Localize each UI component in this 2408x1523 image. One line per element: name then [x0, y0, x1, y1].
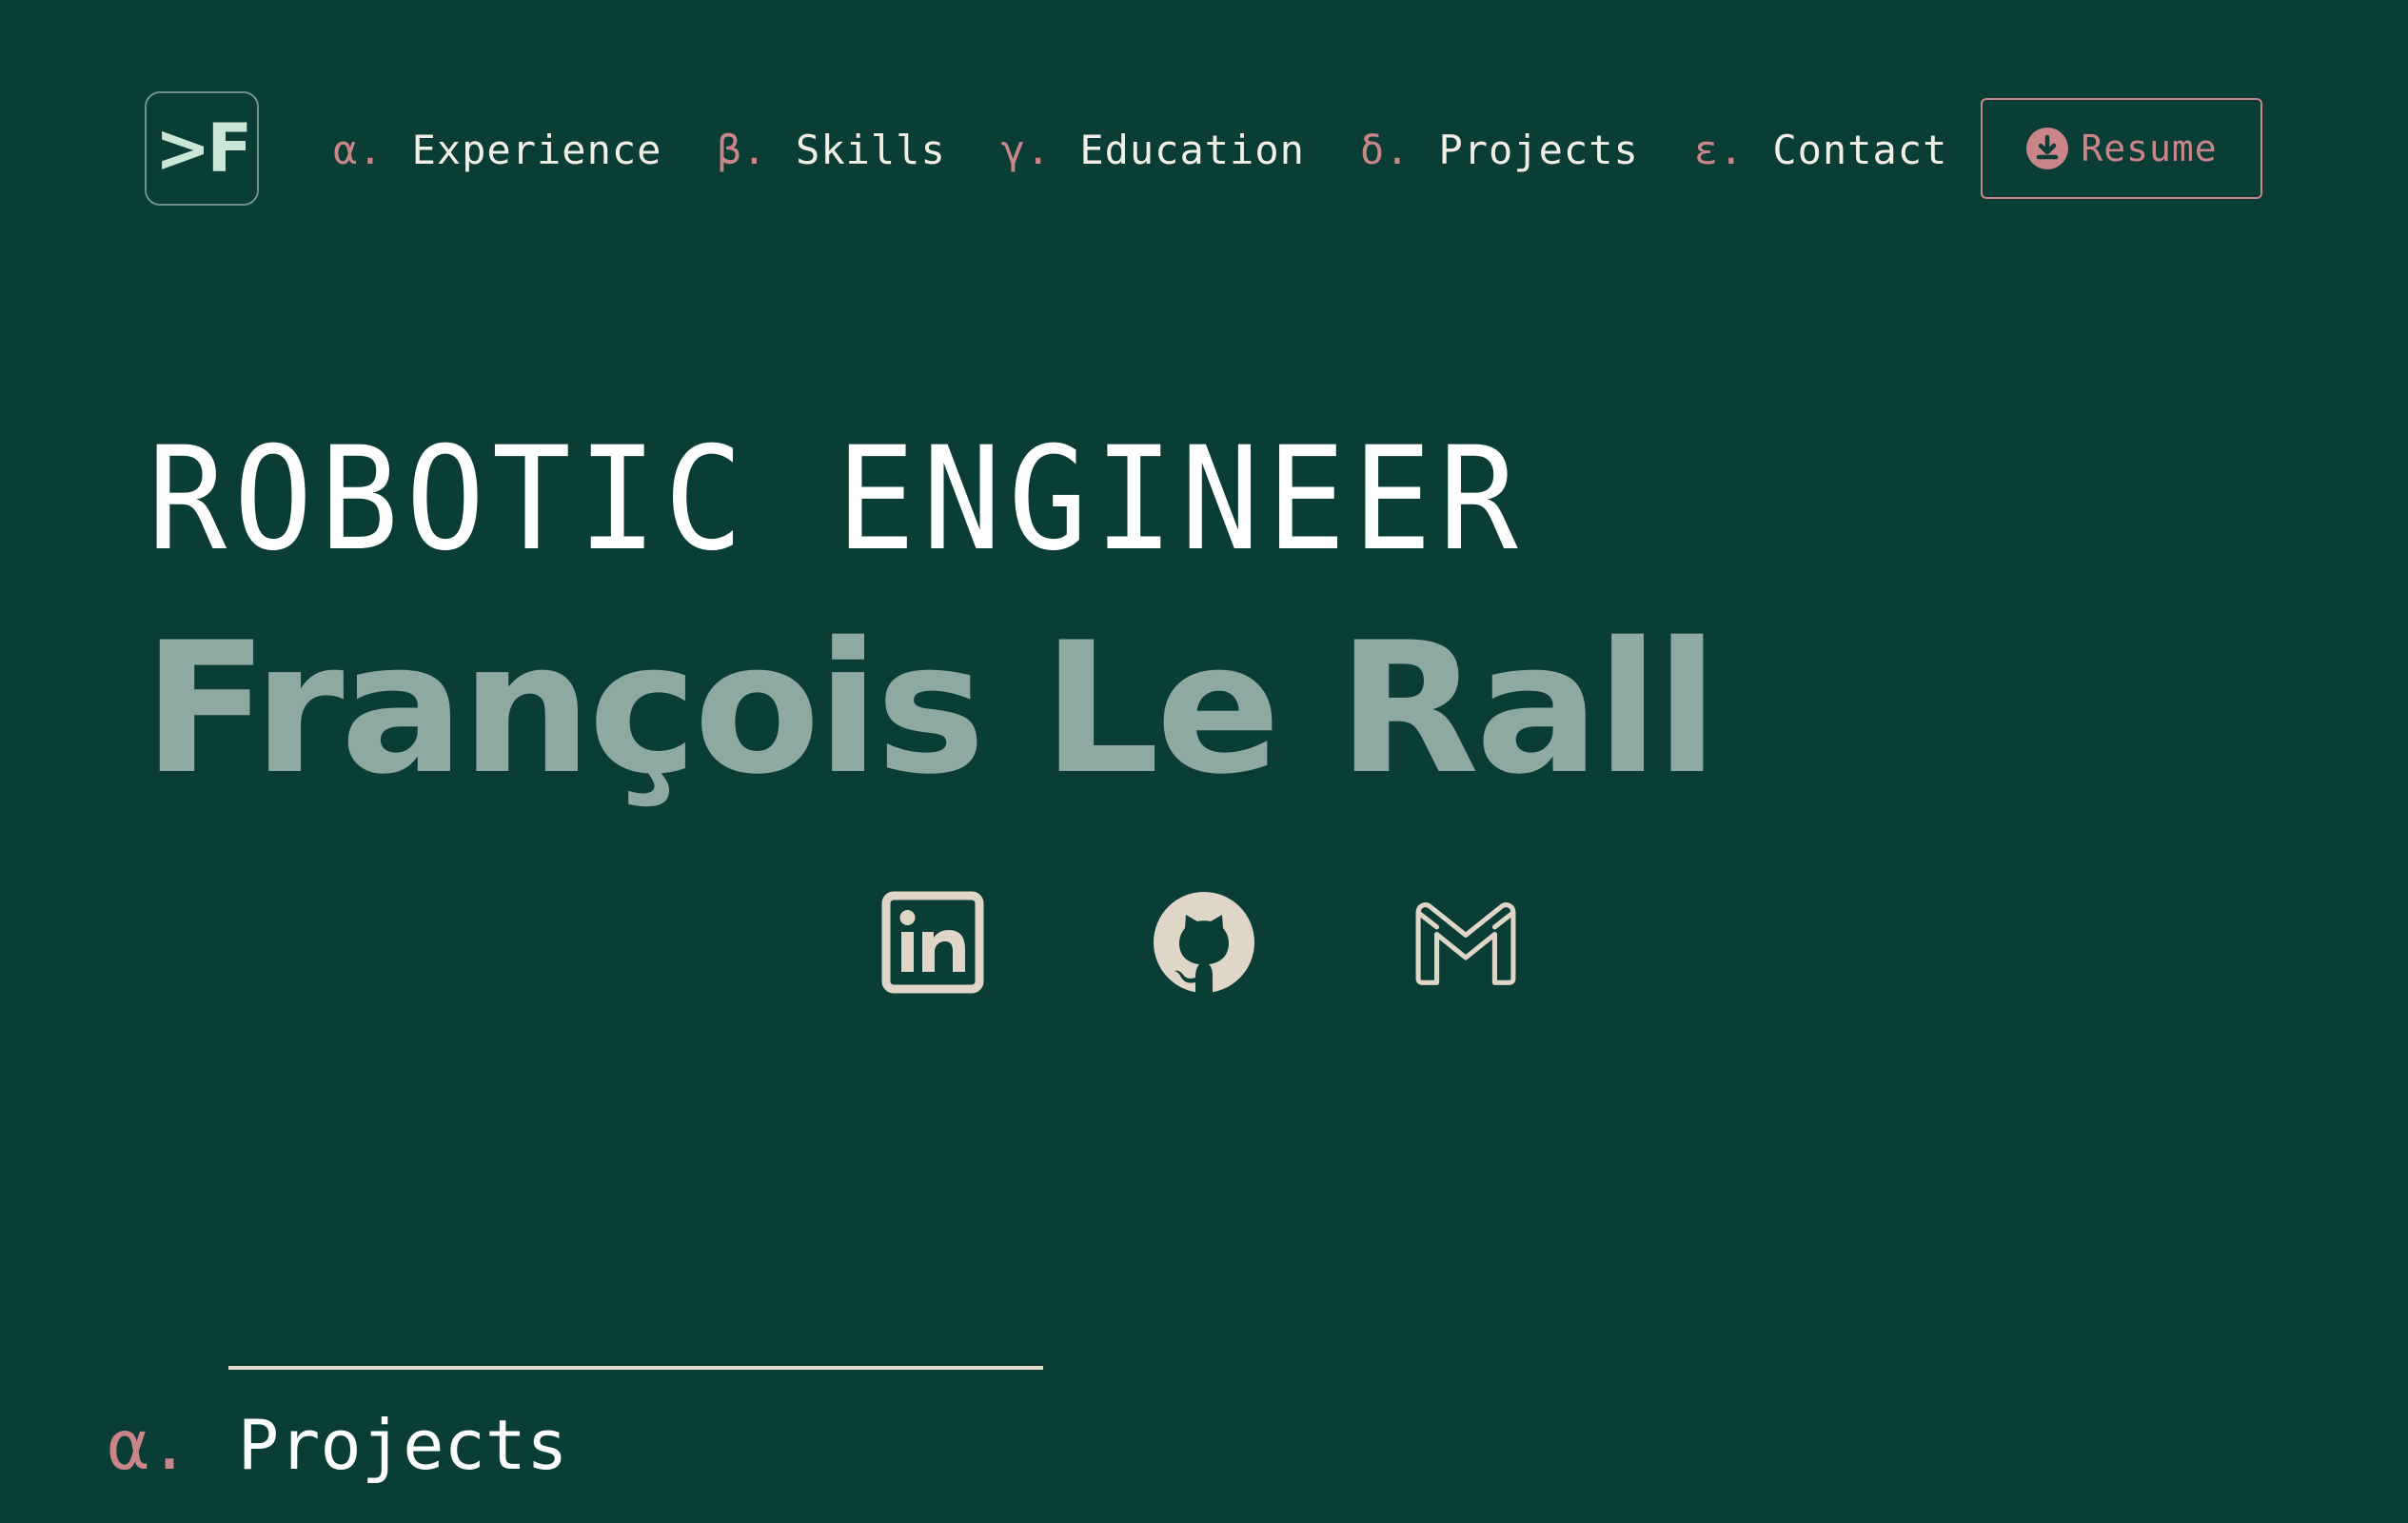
- gmail-icon[interactable]: [1413, 890, 1518, 995]
- section-heading: α. Projects: [108, 1411, 567, 1479]
- social-links: [0, 890, 2408, 995]
- github-icon[interactable]: [1152, 890, 1256, 995]
- nav-index: γ.: [1000, 126, 1052, 173]
- linkedin-icon[interactable]: [880, 890, 985, 995]
- nav-label: Education: [1079, 126, 1305, 173]
- nav-item-education[interactable]: γ. Education: [1001, 127, 1305, 173]
- logo[interactable]: >F: [145, 91, 259, 206]
- nav-label: Skills: [796, 126, 946, 173]
- nav-item-skills[interactable]: β. Skills: [717, 127, 945, 173]
- hero-role: ROBOTIC ENGINEER: [148, 417, 1526, 583]
- resume-label: Resume: [2081, 128, 2218, 169]
- download-circle-icon: [2025, 127, 2069, 170]
- section-divider: [228, 1366, 1043, 1370]
- nav-index: δ.: [1359, 126, 1411, 173]
- nav-index: ε.: [1693, 126, 1745, 173]
- nav-index: β.: [717, 126, 768, 173]
- section-index: α.: [108, 1405, 190, 1485]
- nav-index: α.: [333, 126, 384, 173]
- hero-name: François Le Rall: [143, 603, 1719, 814]
- section-title: Projects: [237, 1405, 568, 1485]
- nav-item-experience[interactable]: α. Experience: [333, 127, 661, 173]
- nav-label: Projects: [1438, 126, 1639, 173]
- resume-button[interactable]: Resume: [1981, 98, 2262, 199]
- nav-label: Contact: [1772, 126, 1948, 173]
- nav-item-projects[interactable]: δ. Projects: [1360, 127, 1639, 173]
- main-nav: α. Experience β. Skills γ. Education δ. …: [333, 120, 1947, 179]
- nav-item-contact[interactable]: ε. Contact: [1694, 127, 1948, 173]
- nav-label: Experience: [411, 126, 662, 173]
